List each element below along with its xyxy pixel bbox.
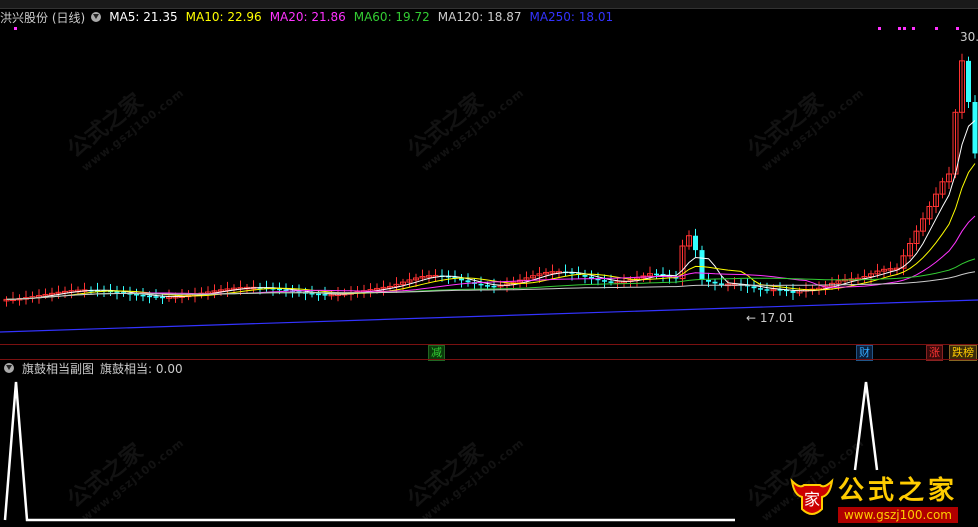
candle-body [966, 60, 971, 102]
ma20-line [6, 215, 976, 300]
ma10-line [6, 163, 976, 300]
candle-body [582, 274, 588, 277]
candle-body [309, 292, 315, 295]
candle-body [322, 294, 328, 296]
candle-body [160, 296, 165, 299]
candle-body [972, 102, 978, 154]
candle-body [712, 281, 718, 284]
candle-body [153, 296, 159, 298]
candle-body [316, 293, 321, 296]
candle-body [459, 278, 464, 281]
candle-body [147, 295, 152, 298]
candle-body [699, 250, 705, 280]
bull-icon: 家 [786, 475, 838, 519]
signal-dot [912, 27, 915, 30]
candle-body [654, 273, 659, 276]
candle-body [751, 286, 757, 289]
low-price-label: ← 17.01 [746, 311, 795, 325]
signal-dot [903, 27, 906, 30]
ma-lines [0, 120, 978, 333]
candle-body [114, 291, 120, 293]
candle-body [491, 285, 497, 288]
candle-body [465, 280, 471, 283]
signal-dot [878, 27, 881, 30]
candle-body [277, 288, 282, 291]
event-divider-top [0, 344, 978, 345]
candle-body [706, 279, 711, 282]
ma5-line [6, 120, 976, 300]
signal-dots [14, 27, 959, 30]
sub-legend: 旗鼓相当副图 旗鼓相当: 0.00 [0, 359, 191, 377]
svg-text:家: 家 [804, 490, 820, 509]
high-price-label: 30. [960, 30, 978, 44]
candle-body [693, 235, 698, 251]
candle-body [485, 285, 490, 287]
candle-body [758, 288, 763, 290]
candle-body [602, 280, 607, 282]
ma250-line [0, 299, 978, 333]
candle-body [140, 294, 146, 297]
signal-dot [898, 27, 901, 30]
candle-body [719, 283, 724, 285]
candle-body [134, 294, 139, 296]
signal-dot [935, 27, 938, 30]
candle-body [478, 283, 484, 286]
dropdown-icon[interactable] [4, 363, 14, 373]
candle-body [764, 289, 770, 291]
candle-body [608, 281, 614, 283]
sub-indicator-line [853, 381, 879, 471]
sub-indicator-name: 旗鼓相当副图 [22, 361, 95, 376]
sub-indicator-value: 旗鼓相当: 0.00 [100, 361, 183, 376]
candle-body [790, 291, 796, 293]
logo-text-block: 公式之家 www.gszj100.com [837, 476, 958, 523]
signal-dot [14, 27, 17, 30]
site-logo: 家 公式之家 www.gszj100.com [786, 470, 958, 523]
